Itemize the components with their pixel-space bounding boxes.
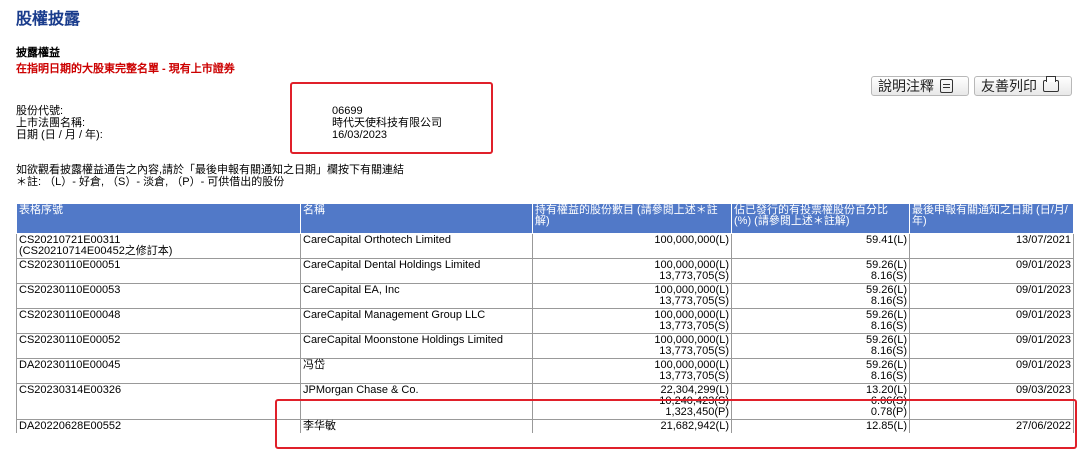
form-number-cell: CS20230110E00048 bbox=[16, 308, 301, 334]
percentage-value: 8.16(S) bbox=[870, 270, 907, 282]
holder-name: CareCapital Moonstone Holdings Limited bbox=[300, 333, 533, 359]
form-number-cell: CS20230110E00052 bbox=[16, 333, 301, 359]
highlight-box-jpmorgan bbox=[275, 399, 1077, 449]
table-row: CS20230110E00052 CareCapital Moonstone Ho… bbox=[16, 333, 1074, 359]
stock-code-label: 股份代號: bbox=[16, 105, 64, 117]
table-row: CS20210721E00311 (CS20210714E00452之修訂本) Ca… bbox=[16, 233, 1074, 259]
holder-name: CareCapital Management Group LLC bbox=[300, 308, 533, 334]
table-row: CS20230110E00051 CareCapital Dental Holdi… bbox=[16, 258, 1074, 284]
shares-value: 100,000,000(L) bbox=[654, 234, 729, 246]
explanatory-notes-label: 說明注釋 bbox=[878, 78, 934, 94]
page-title: 股權披露 bbox=[16, 11, 81, 28]
column-header-percentage: 佔已發行的有投票權股份百分比 (%) (請參閱上述＊註解) bbox=[731, 203, 910, 234]
shares-value: 13,773,705(S) bbox=[659, 320, 729, 332]
table-row: DA20230110E00045 冯岱 100,000,000(L) 13,773,7… bbox=[16, 358, 1074, 384]
form-number-cell: CS20210721E00311 (CS20210714E00452之修訂本) bbox=[16, 233, 301, 259]
form-number: CS20230110E00048 bbox=[19, 309, 121, 321]
form-number-cell: CS20230110E00051 bbox=[16, 258, 301, 284]
notice-date-link[interactable]: 09/01/2023 bbox=[909, 333, 1074, 359]
percentage-value: 8.16(S) bbox=[870, 295, 907, 307]
shares-cell: 100,000,000(L) 13,773,705(S) bbox=[532, 258, 732, 284]
percentage-value: 8.16(S) bbox=[870, 320, 907, 332]
section-subtitle: 披露權益 bbox=[16, 47, 60, 59]
form-number: CS20230314E00326 bbox=[19, 384, 122, 396]
percentage-value: 8.16(S) bbox=[870, 345, 907, 357]
percentage-cell: 59.26(L) 8.16(S) bbox=[731, 358, 910, 384]
percentage-cell: 59.26(L) 8.16(S) bbox=[731, 308, 910, 334]
notice-date-link[interactable]: 13/07/2021 bbox=[909, 233, 1074, 259]
document-icon bbox=[940, 79, 953, 93]
table-row: CS20230110E00048 CareCapital Management G… bbox=[16, 308, 1074, 334]
table-row: CS20230110E00053 CareCapital EA, Inc 100,0… bbox=[16, 283, 1074, 309]
shares-value: 13,773,705(S) bbox=[659, 370, 729, 382]
printer-icon bbox=[1043, 76, 1059, 92]
date-label: 日期 (日 / 月 / 年): bbox=[16, 129, 103, 141]
holder-name: CareCapital Orthotech Limited bbox=[300, 233, 533, 259]
percentage-cell: 59.26(L) 8.16(S) bbox=[731, 258, 910, 284]
holder-name: CareCapital Dental Holdings Limited bbox=[300, 258, 533, 284]
form-number: DA20220628E00552 bbox=[19, 420, 122, 432]
notice-date-link[interactable]: 09/01/2023 bbox=[909, 358, 1074, 384]
shares-cell: 100,000,000(L) 13,773,705(S) bbox=[532, 308, 732, 334]
form-number-cell: CS20230314E00326 bbox=[16, 383, 301, 420]
form-number: CS20230110E00053 bbox=[19, 284, 121, 296]
notice-date-link[interactable]: 09/01/2023 bbox=[909, 283, 1074, 309]
form-number-cell: DA20220628E00552 bbox=[16, 419, 301, 433]
form-amendment-note: (CS20210714E00452之修訂本) bbox=[19, 245, 173, 257]
explanatory-notes-button[interactable]: 說明注釋 bbox=[871, 76, 969, 96]
form-number: CS20230110E00051 bbox=[19, 259, 121, 271]
company-name-label: 上市法團名稱: bbox=[16, 117, 86, 129]
percentage-value: 8.16(S) bbox=[870, 370, 907, 382]
percentage-cell: 59.41(L) bbox=[731, 233, 910, 259]
form-number: CS20230110E00052 bbox=[19, 334, 121, 346]
form-number-cell: CS20230110E00053 bbox=[16, 283, 301, 309]
form-number: DA20230110E00045 bbox=[19, 359, 121, 371]
table-header-row: 表格序號 名稱 持有權益的股份數目 (請參閱上述＊註解) 佔已發行的有投票權股份… bbox=[16, 203, 1074, 234]
holder-name: 冯岱 bbox=[300, 358, 533, 384]
shares-cell: 100,000,000(L) 13,773,705(S) bbox=[532, 333, 732, 359]
shares-cell: 100,000,000(L) 13,773,705(S) bbox=[532, 283, 732, 309]
notice-date-link[interactable]: 09/01/2023 bbox=[909, 308, 1074, 334]
legend-note: ＊註: （L）- 好倉, （S）- 淡倉, （P）- 可供借出的股份 bbox=[16, 176, 285, 188]
notice-date-link[interactable]: 09/01/2023 bbox=[909, 258, 1074, 284]
percentage-value: 59.41(L) bbox=[866, 234, 907, 246]
instruction-note: 如欲觀看披露權益通告之內容,請於「最後申報有關通知之日期」欄按下有關連結 bbox=[16, 164, 405, 176]
column-header-name: 名稱 bbox=[300, 203, 533, 234]
list-description: 在指明日期的大股東完整名單 - 現有上市證券 bbox=[16, 63, 235, 75]
shares-value: 13,773,705(S) bbox=[659, 270, 729, 282]
column-header-date: 最後申報有關通知之日期 (日/月/年) bbox=[909, 203, 1074, 234]
shares-value: 13,773,705(S) bbox=[659, 295, 729, 307]
print-friendly-label: 友善列印 bbox=[981, 78, 1037, 94]
column-header-shares: 持有權益的股份數目 (請參閱上述＊註解) bbox=[532, 203, 732, 234]
percentage-cell: 59.26(L) 8.16(S) bbox=[731, 333, 910, 359]
form-number-cell: DA20230110E00045 bbox=[16, 358, 301, 384]
shares-cell: 100,000,000(L) 13,773,705(S) bbox=[532, 358, 732, 384]
highlight-box-info bbox=[290, 82, 493, 154]
percentage-cell: 59.26(L) 8.16(S) bbox=[731, 283, 910, 309]
holder-name: CareCapital EA, Inc bbox=[300, 283, 533, 309]
shares-cell: 100,000,000(L) bbox=[532, 233, 732, 259]
print-friendly-button[interactable]: 友善列印 bbox=[974, 76, 1072, 96]
column-header-form-no: 表格序號 bbox=[16, 203, 301, 234]
shares-value: 13,773,705(S) bbox=[659, 345, 729, 357]
